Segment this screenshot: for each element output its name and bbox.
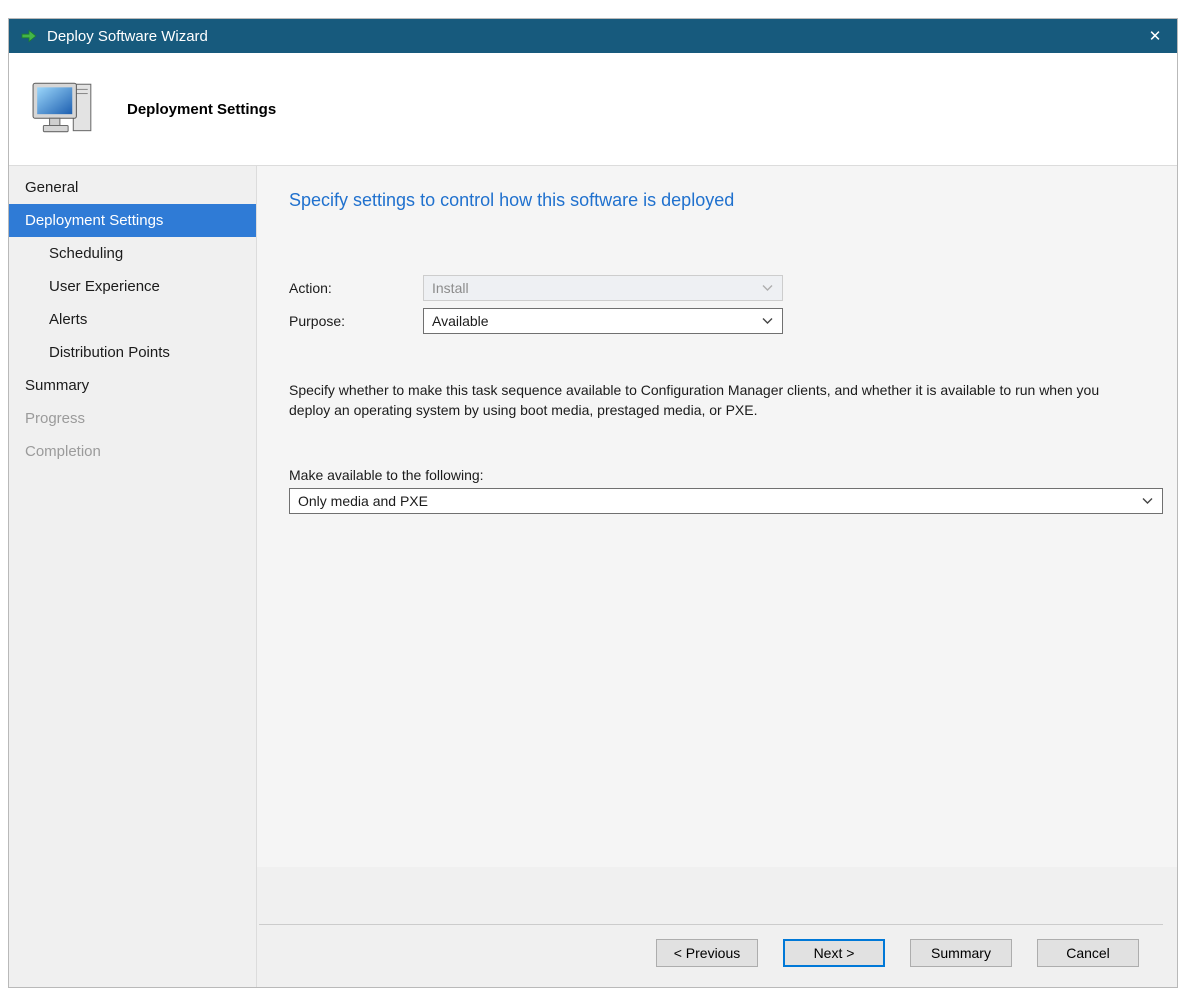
action-label: Action: xyxy=(289,280,423,296)
sidebar-item-label: User Experience xyxy=(49,278,160,295)
purpose-select[interactable]: Available xyxy=(423,308,783,334)
green-arrow-icon xyxy=(19,26,39,46)
wizard-body: General Deployment Settings Scheduling U… xyxy=(9,166,1177,987)
summary-button[interactable]: Summary xyxy=(910,939,1012,967)
purpose-label: Purpose: xyxy=(289,313,423,329)
sidebar-item-distribution-points[interactable]: Distribution Points xyxy=(9,336,256,369)
chevron-down-icon xyxy=(762,285,773,292)
wizard-header: Deployment Settings xyxy=(9,53,1177,166)
sidebar-item-summary[interactable]: Summary xyxy=(9,369,256,402)
action-value: Install xyxy=(432,280,469,296)
sidebar-item-label: Completion xyxy=(25,443,101,460)
sidebar-item-label: Distribution Points xyxy=(49,344,170,361)
purpose-value: Available xyxy=(432,313,489,329)
next-button[interactable]: Next > xyxy=(783,939,885,967)
purpose-row: Purpose: Available xyxy=(289,308,1163,334)
sidebar-item-deployment-settings[interactable]: Deployment Settings xyxy=(9,204,256,237)
computer-icon xyxy=(31,81,111,137)
sidebar-item-general[interactable]: General xyxy=(9,171,256,204)
page-title: Deployment Settings xyxy=(127,101,276,118)
sidebar-item-label: Progress xyxy=(25,410,85,427)
availability-select[interactable]: Only media and PXE xyxy=(289,488,1163,514)
wizard-step-list: General Deployment Settings Scheduling U… xyxy=(9,166,257,987)
sidebar-item-scheduling[interactable]: Scheduling xyxy=(9,237,256,270)
window-title: Deploy Software Wizard xyxy=(47,28,208,45)
sidebar-item-alerts[interactable]: Alerts xyxy=(9,303,256,336)
content-heading: Specify settings to control how this sof… xyxy=(289,190,1163,211)
sidebar-item-label: Deployment Settings xyxy=(25,212,163,229)
footer-divider xyxy=(259,924,1163,925)
action-select: Install xyxy=(423,275,783,301)
close-icon: ✕ xyxy=(1149,27,1162,45)
chevron-down-icon xyxy=(762,318,773,325)
deploy-software-wizard-window: Deploy Software Wizard ✕ xyxy=(8,18,1178,988)
chevron-down-icon xyxy=(1142,497,1153,504)
sidebar-item-progress: Progress xyxy=(9,402,256,435)
sidebar-item-label: Scheduling xyxy=(49,245,123,262)
make-available-label: Make available to the following: xyxy=(289,467,1163,483)
wizard-footer: < Previous Next > Summary Cancel xyxy=(257,867,1177,987)
sidebar-item-completion: Completion xyxy=(9,435,256,468)
sidebar-item-label: General xyxy=(25,179,78,196)
sidebar-item-user-experience[interactable]: User Experience xyxy=(9,270,256,303)
close-button[interactable]: ✕ xyxy=(1137,19,1173,53)
availability-value: Only media and PXE xyxy=(298,493,428,509)
action-row: Action: Install xyxy=(289,275,1163,301)
title-bar: Deploy Software Wizard ✕ xyxy=(9,19,1177,53)
footer-buttons: < Previous Next > Summary Cancel xyxy=(656,939,1139,967)
content-panel: Specify settings to control how this sof… xyxy=(257,166,1177,867)
content-column: Specify settings to control how this sof… xyxy=(257,166,1177,987)
availability-description: Specify whether to make this task sequen… xyxy=(289,380,1115,421)
previous-button[interactable]: < Previous xyxy=(656,939,758,967)
sidebar-item-label: Alerts xyxy=(49,311,87,328)
sidebar-item-label: Summary xyxy=(25,377,89,394)
cancel-button[interactable]: Cancel xyxy=(1037,939,1139,967)
